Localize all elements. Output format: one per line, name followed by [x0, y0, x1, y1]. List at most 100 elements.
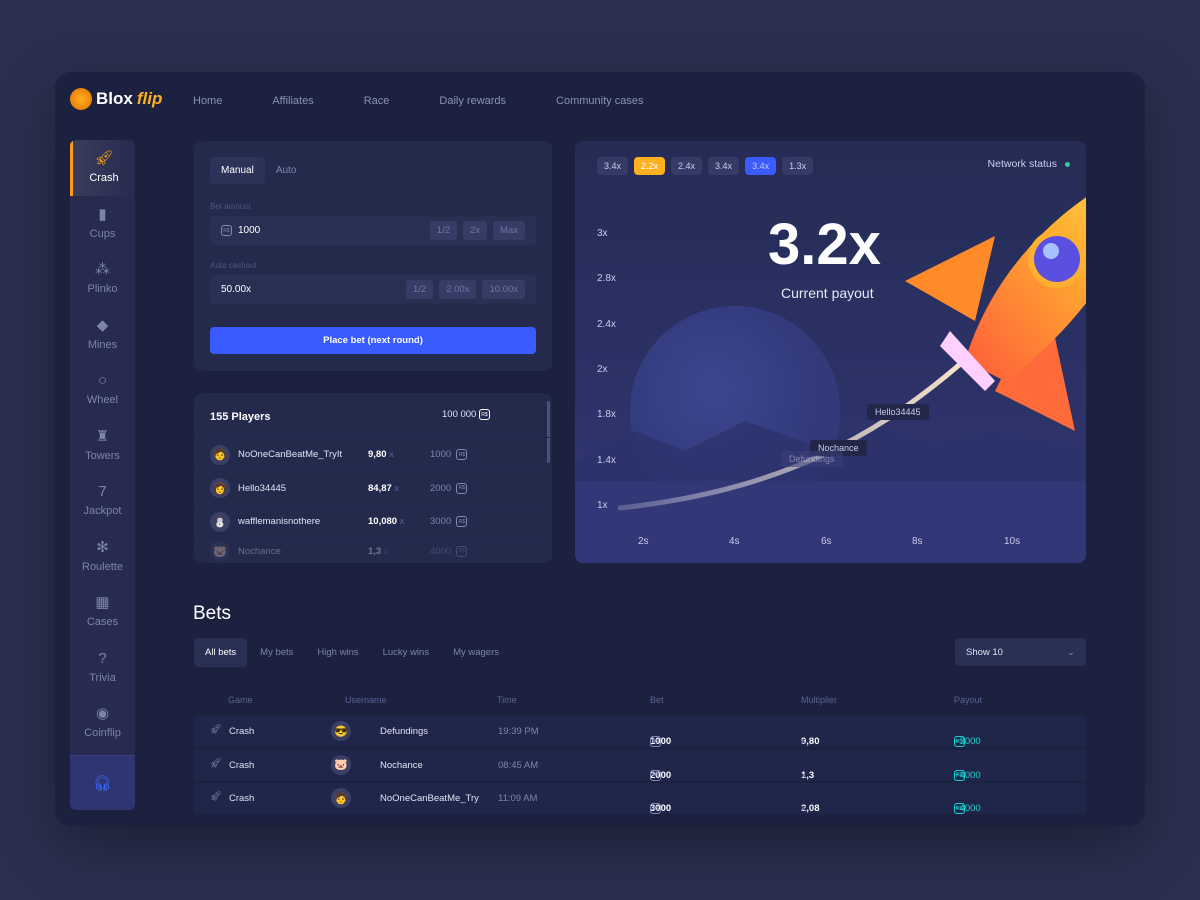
sidebar-item-coinflip[interactable]: ◉ Coinflip	[70, 695, 135, 751]
question-icon: ?	[98, 649, 107, 667]
diamond-icon: ◆	[96, 316, 109, 334]
player-tag: Defundings	[781, 451, 843, 467]
avatar: 😎	[331, 721, 351, 741]
multiplier-suffix: x	[801, 803, 806, 814]
network-status-dot	[1065, 161, 1070, 167]
player-multiplier: 9,80 x	[368, 449, 430, 460]
bet-row: 🚀︎ Crash 🧑 NoOneCanBeatMe_Try 11:09 AM 300…	[194, 783, 1086, 814]
sidebar-item-trivia[interactable]: ? Trivia	[70, 640, 135, 696]
tower-icon: ♜	[95, 427, 110, 445]
bet-game: Crash	[229, 726, 255, 737]
player-bet: 4000	[430, 545, 452, 557]
nav-community-cases[interactable]: Community cases	[556, 95, 643, 107]
cashout-half-button[interactable]: 1/2	[406, 280, 434, 299]
cup-icon: ▮	[98, 205, 107, 223]
show-count-select[interactable]: Show 10 ⌄	[955, 638, 1086, 666]
bet-username[interactable]: Defundings	[380, 726, 428, 737]
avatar: 👩	[210, 478, 230, 498]
player-multiplier-value: 10,080	[368, 516, 398, 527]
nav-race[interactable]: Race	[364, 95, 390, 107]
bet-time: 08:45 AM	[498, 759, 539, 771]
auto-cashout-label: Auto cashout	[210, 261, 257, 270]
player-bet: 3000	[430, 516, 452, 527]
bets-tab-lucky-wins[interactable]: Lucky wins	[372, 638, 440, 667]
bets-tab-high-wins[interactable]: High wins	[306, 638, 369, 667]
player-multiplier: 10,080 x	[368, 516, 430, 527]
multiplier-suffix: x	[383, 545, 389, 557]
nav-daily-rewards[interactable]: Daily rewards	[439, 95, 506, 107]
robux-icon: R$	[650, 769, 661, 781]
case-icon: ▦	[95, 594, 110, 612]
sidebar-item-towers[interactable]: ♜ Towers	[70, 418, 135, 474]
history-chip: 3.4x	[745, 157, 777, 175]
player-row: ⛄ wafflemanisnothere 10,080 x 3000 R$	[194, 504, 552, 538]
current-payout: 3.2x	[768, 212, 881, 277]
double-button[interactable]: 2x	[463, 221, 488, 240]
sidebar-item-crash[interactable]: 🚀︎ Crash	[70, 140, 135, 196]
bets-tab-my-wagers[interactable]: My wagers	[442, 638, 510, 667]
bets-title: Bets	[193, 603, 232, 624]
y-tick: 1.8x	[597, 409, 616, 420]
player-name: NoOneCanBeatMe_TryIt	[238, 449, 343, 460]
tab-manual[interactable]: Manual	[210, 157, 265, 184]
bets-tab-my-bets[interactable]: My bets	[249, 638, 304, 667]
x-tick: 10s	[1004, 536, 1021, 547]
column-header-game[interactable]: Game	[228, 695, 253, 705]
logo[interactable]: Blox flip	[70, 88, 162, 110]
auto-cashout-input[interactable]: 50.00x 1/2 2.00x 10.00x	[210, 275, 536, 304]
bets-tab-all-bets[interactable]: All bets	[194, 638, 248, 667]
column-header-multiplier[interactable]: Multiplier	[801, 695, 837, 705]
sidebar-item-cases[interactable]: ▦ Cases	[70, 584, 135, 640]
x-tick: 8s	[912, 536, 923, 547]
players-total-value: 100 000	[442, 409, 477, 421]
sidebar-item-label: Roulette	[82, 560, 123, 573]
y-tick: 2.4x	[597, 319, 616, 330]
bet-username[interactable]: Nochance	[380, 760, 423, 771]
sidebar-item-wheel[interactable]: ○ Wheel	[70, 362, 135, 418]
sidebar-item-roulette[interactable]: ✻ Roulette	[70, 529, 135, 585]
multiplier-suffix: x	[394, 482, 400, 494]
coin-icon: ◉	[95, 705, 110, 723]
bet-username[interactable]: NoOneCanBeatMe_Try	[380, 793, 479, 804]
max-button[interactable]: Max	[493, 221, 525, 240]
column-header-payout[interactable]: Payout	[954, 695, 982, 705]
nav-affiliates[interactable]: Affiliates	[272, 95, 313, 107]
seven-icon: 7	[98, 483, 107, 501]
rocket-icon: 🚀︎	[210, 724, 223, 735]
bet-amount-input[interactable]: R$ 1000 1/2 2x Max	[210, 216, 536, 245]
sidebar-item-label: Plinko	[87, 283, 118, 296]
sidebar-item-label: Wheel	[86, 394, 119, 407]
ground	[575, 481, 1086, 563]
player-name: Nochance	[238, 545, 281, 557]
avatar: 🧑	[331, 788, 351, 808]
cashout-2x-button[interactable]: 2.00x	[439, 280, 477, 299]
robux-icon: R$	[954, 803, 965, 814]
history-chip: 2.2x	[634, 157, 666, 175]
robux-icon: R$	[221, 225, 232, 236]
nav-home[interactable]: Home	[193, 95, 222, 107]
rocket-icon: 🚀︎	[210, 791, 223, 802]
half-button[interactable]: 1/2	[429, 221, 457, 240]
crash-game-panel: 3.4x 2.2x 2.4x 3.4x 3.4x 1.3x Network status …	[575, 141, 1086, 563]
sidebar-item-mines[interactable]: ◆ Mines	[70, 307, 135, 363]
tab-auto[interactable]: Auto	[265, 157, 308, 184]
place-bet-button[interactable]: Place bet (next round)	[210, 327, 536, 354]
multiplier-suffix: x	[801, 736, 806, 747]
sidebar-item-plinko[interactable]: ⁂ Plinko	[70, 251, 135, 307]
sidebar-item-label: Towers	[85, 449, 120, 462]
support-button[interactable]: 🎧︎	[70, 755, 135, 810]
robux-icon: R$	[650, 803, 661, 814]
y-tick: 2x	[597, 364, 608, 375]
column-header-time[interactable]: Time	[497, 695, 517, 705]
column-header-bet[interactable]: Bet	[650, 695, 664, 705]
cashout-10x-button[interactable]: 10.00x	[482, 280, 525, 299]
sidebar-item-label: Cups	[89, 227, 116, 240]
sidebar-item-jackpot[interactable]: 7 Jackpot	[70, 473, 135, 529]
sidebar-item-cups[interactable]: ▮ Cups	[70, 196, 135, 252]
bet-row: 🚀︎ Crash 😎 Defundings 19:39 PM 1000 R$ 9,8…	[194, 716, 1086, 747]
bet-amount-value: 1000	[238, 225, 261, 236]
column-header-username[interactable]: Username	[345, 695, 387, 705]
players-count: 155 Players	[210, 411, 271, 423]
y-tick: 1x	[597, 500, 608, 511]
history-chip: 3.4x	[597, 157, 629, 175]
